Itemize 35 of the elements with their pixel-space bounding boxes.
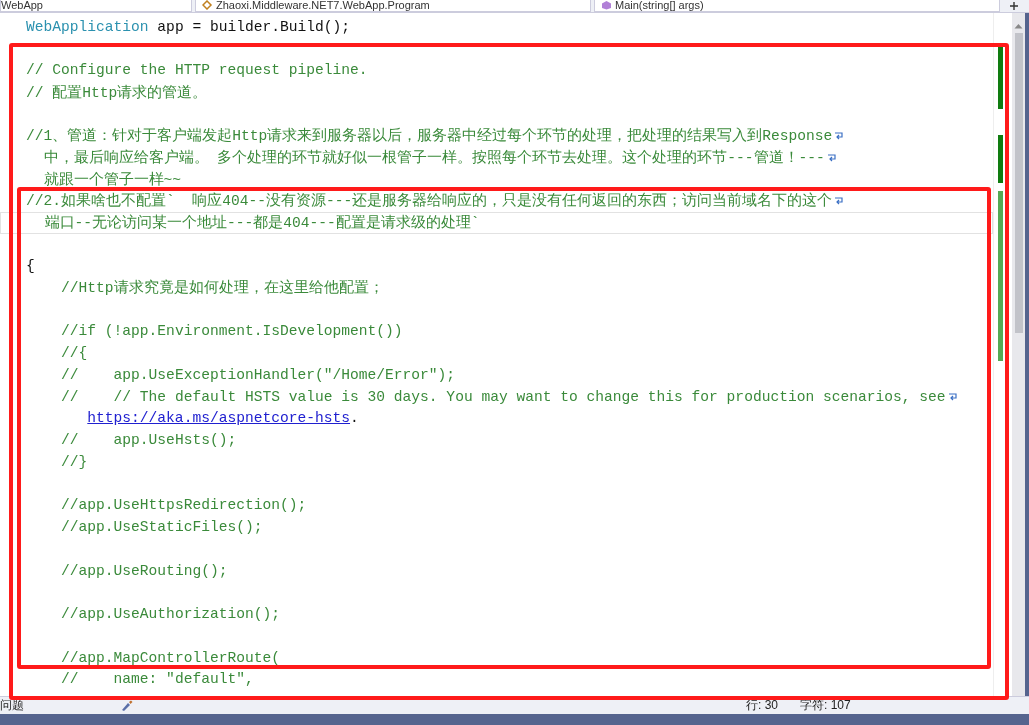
line-number: 行: 30 bbox=[746, 697, 779, 714]
code-comment: // Configure the HTTP request pipeline. bbox=[26, 62, 368, 79]
code-comment: //app.MapControllerRoute( bbox=[60, 649, 280, 666]
code-comment: // name: "default", bbox=[60, 671, 254, 688]
code-comment: //app.UseStaticFiles(); bbox=[60, 519, 263, 536]
class-icon bbox=[202, 0, 213, 10]
project-dropdown[interactable]: WebApp bbox=[0, 0, 192, 12]
code-line: WebApplication app = builder.Build(); bbox=[26, 18, 351, 35]
code-comment: 中，最后响应给客户端。 多个处理的环节就好似一根管子一样。按照每个环节去处理。这个处理的环节---管道！--- bbox=[42, 148, 825, 167]
code-comment: //{ bbox=[60, 345, 88, 362]
code-comment: //Http请求究竟是如何处理，在这里给他配置； bbox=[60, 278, 384, 298]
code-comment: 端口--无论访问某一个地址---都是404---配置是请求级的处理` bbox=[43, 213, 480, 233]
brush-icon[interactable] bbox=[120, 699, 134, 712]
code-comment: // // The default HSTS value is 30 days. You may want to change this for production scenarios, see bbox=[60, 388, 946, 405]
code-link[interactable]: https://aka.ms/aspnetcore-hsts bbox=[87, 410, 351, 427]
code-comment: 就跟一个管子一样~~ bbox=[42, 170, 181, 189]
code-line: { bbox=[26, 258, 35, 275]
scrollbar-thumb[interactable] bbox=[1014, 33, 1023, 333]
code-punctuation: . bbox=[350, 410, 359, 427]
code-comment: //app.UseHttpsRedirection(); bbox=[60, 497, 307, 514]
code-comment: //} bbox=[60, 453, 88, 470]
issues-label: 问题 bbox=[0, 697, 25, 714]
type-dropdown[interactable]: Zhaoxi.Middleware.NET7.WebApp.Program bbox=[195, 0, 591, 12]
method-icon bbox=[601, 0, 612, 10]
code-comment: //app.UseAuthorization(); bbox=[60, 606, 280, 623]
code-comment: //app.UseRouting(); bbox=[60, 562, 228, 579]
code-comment: // app.UseHsts(); bbox=[60, 432, 237, 449]
code-comment: // 配置Http请求的管道。 bbox=[26, 83, 208, 102]
member-dropdown[interactable]: Main(string[] args) bbox=[594, 0, 1000, 12]
code-comment: // app.UseExceptionHandler("/Home/Error"); bbox=[60, 366, 456, 383]
plus-icon bbox=[1009, 1, 1019, 11]
code-comment: //1、管道：针对于客户端发起Http请求来到服务器以后，服务器中经过每个环节的处理，把处理的结果写入到Response bbox=[26, 126, 833, 146]
code-comment: //2.如果啥也不配置` 响应404--没有资源---还是服务器给响应的，只是没有任何返回的东西；访问当前域名下的这个 bbox=[26, 191, 833, 211]
scroll-up-icon[interactable] bbox=[1014, 23, 1023, 29]
code-comment: //if (!app.Environment.IsDevelopment()) bbox=[60, 323, 403, 340]
